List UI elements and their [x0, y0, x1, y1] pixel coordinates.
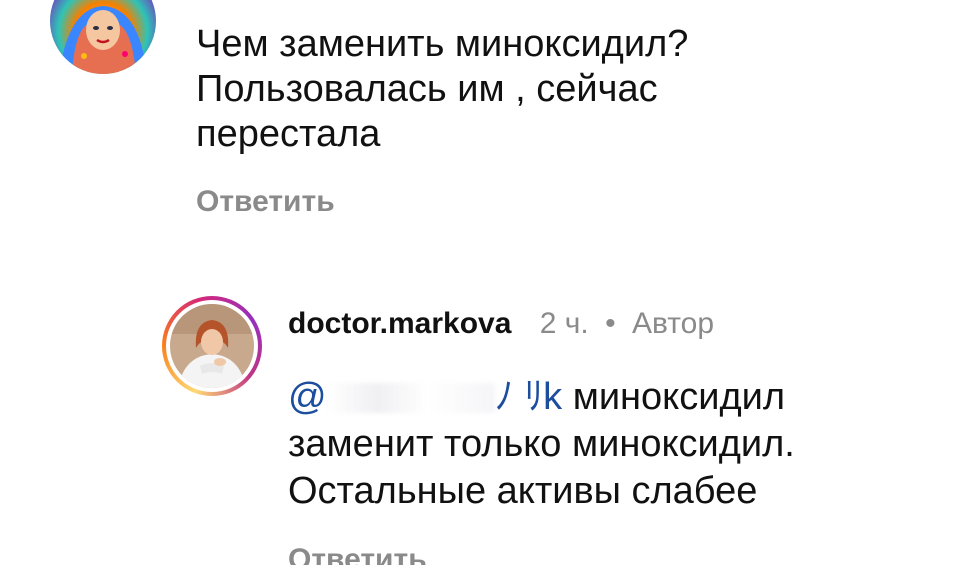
- avatar-ring-gap: [166, 300, 258, 392]
- comments-thread: Чем заменить миноксидил? Пользовалась им…: [0, 0, 966, 565]
- reply-text: @ ﾉ ﾘk миноксидил заменит только миноксид…: [288, 374, 928, 515]
- illustrated-woman-avatar-icon: [50, 0, 156, 74]
- username-link[interactable]: doctor.markova: [288, 307, 511, 340]
- mention-redacted: [326, 383, 495, 413]
- reply-button[interactable]: Ответить: [196, 185, 335, 219]
- reply-button-2[interactable]: Ответить: [288, 543, 427, 565]
- reply-header: doctor.markova 2 ч. • Автор: [288, 304, 714, 344]
- timestamp: 2 ч.: [539, 307, 589, 340]
- comment-text: Чем заменить миноксидил? Пользовалась им…: [196, 23, 689, 155]
- commenter-avatar[interactable]: [50, 0, 156, 74]
- separator-dot: •: [605, 307, 616, 340]
- mention-link[interactable]: @ ﾉ ﾘk: [288, 376, 562, 418]
- mention-suffix: ﾉ ﾘk: [494, 376, 563, 418]
- author-avatar[interactable]: [162, 296, 262, 396]
- doctor-photo-avatar-icon: [170, 304, 254, 388]
- author-badge: Автор: [631, 307, 715, 340]
- mention-prefix: @: [288, 376, 327, 418]
